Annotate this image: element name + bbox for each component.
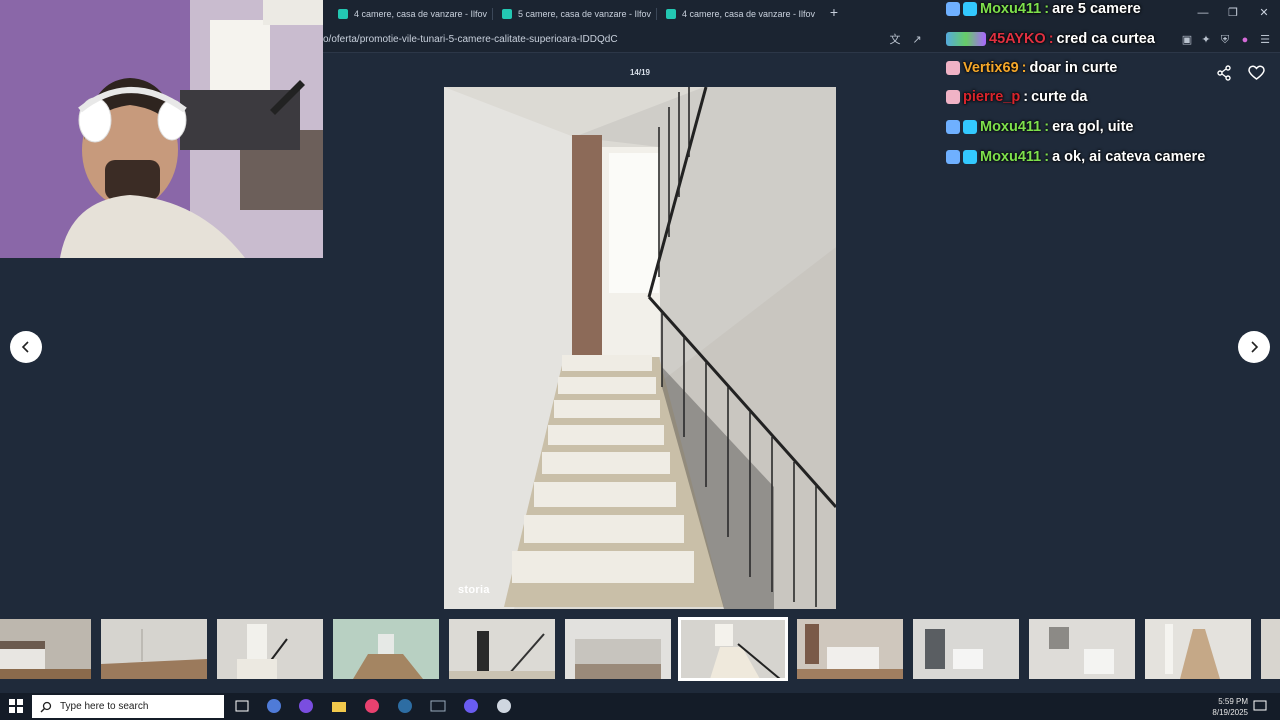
tab-divider bbox=[656, 8, 657, 20]
chat-colon: : bbox=[1023, 89, 1029, 105]
screen: 4 camere, casa de vanzare - Ilfov (jud 5… bbox=[0, 0, 1280, 720]
thumbnail[interactable] bbox=[1145, 619, 1251, 679]
stream-chat: Moxu411: are 5 camere 45AYKO: cred ca cu… bbox=[946, 0, 1280, 170]
chat-message: pierre_p: curte da bbox=[946, 86, 1088, 108]
thumbnail-active[interactable] bbox=[678, 617, 788, 681]
file-explorer-icon[interactable] bbox=[331, 698, 347, 714]
photo-counter: 14/19 bbox=[629, 68, 651, 77]
previous-photo-button[interactable] bbox=[10, 331, 42, 363]
m365-icon[interactable] bbox=[266, 698, 282, 714]
chat-username[interactable]: 45AYKO bbox=[989, 31, 1046, 47]
discord-icon[interactable] bbox=[463, 698, 479, 714]
taskbar-search[interactable]: Type here to search bbox=[32, 695, 224, 718]
chat-colon: : bbox=[1044, 119, 1050, 135]
chat-username[interactable]: pierre_p bbox=[963, 89, 1020, 105]
windows-taskbar: Type here to search 5:59 PM 8/19/2025 bbox=[0, 693, 1280, 720]
thumbnail[interactable] bbox=[217, 619, 323, 679]
thumbnail[interactable] bbox=[101, 619, 207, 679]
chat-message: 45AYKO: cred ca curtea bbox=[946, 28, 1155, 50]
tab-label: 4 camere, casa de vanzare - Ilfov (jud bbox=[682, 9, 816, 19]
next-photo-button[interactable] bbox=[1238, 331, 1270, 363]
user-badge-icon bbox=[946, 61, 960, 75]
thumbnail[interactable] bbox=[449, 619, 555, 679]
chat-message: Moxu411: are 5 camere bbox=[946, 0, 1141, 20]
chat-text: curte da bbox=[1031, 89, 1088, 105]
url-field[interactable]: o/oferta/promotie-vile-tunari-5-camere-c… bbox=[323, 34, 618, 45]
obs-icon[interactable] bbox=[496, 698, 512, 714]
tab-label: 5 camere, casa de vanzare - Ilfov (jud bbox=[518, 9, 652, 19]
staircase-photo bbox=[444, 87, 836, 609]
chat-message: Moxu411: a ok, ai cateva camere bbox=[946, 146, 1205, 168]
moderator-badge-icon bbox=[946, 150, 960, 164]
search-icon bbox=[40, 701, 52, 712]
chat-message: Vertix69: doar in curte bbox=[946, 57, 1117, 79]
badges-icon bbox=[946, 32, 986, 46]
chat-text: cred ca curtea bbox=[1056, 31, 1155, 47]
chat-colon: : bbox=[1044, 1, 1050, 17]
thumbnail[interactable] bbox=[797, 619, 903, 679]
thumbnail[interactable] bbox=[1261, 619, 1280, 679]
browser-tab-3[interactable]: 4 camere, casa de vanzare - Ilfov (jud bbox=[658, 3, 816, 25]
streamer-webcam bbox=[0, 0, 323, 258]
chat-colon: : bbox=[1048, 31, 1054, 47]
browser-tab-1[interactable]: 4 camere, casa de vanzare - Ilfov (jud bbox=[330, 3, 488, 25]
chat-colon: : bbox=[1044, 149, 1050, 165]
chat-username[interactable]: Vertix69 bbox=[963, 60, 1019, 76]
chat-username[interactable]: Moxu411 bbox=[980, 1, 1041, 17]
main-photo[interactable] bbox=[444, 87, 836, 609]
app-icon[interactable] bbox=[430, 698, 446, 714]
tab-favicon-icon bbox=[338, 9, 348, 19]
thumbnail[interactable] bbox=[0, 619, 91, 679]
chevron-left-icon bbox=[21, 341, 29, 353]
thumbnail[interactable] bbox=[913, 619, 1019, 679]
windows-start-icon[interactable] bbox=[8, 698, 24, 714]
notification-icon[interactable] bbox=[1252, 698, 1268, 714]
task-view-icon[interactable] bbox=[234, 698, 250, 714]
tab-divider bbox=[492, 8, 493, 20]
chat-text: doar in curte bbox=[1029, 60, 1118, 76]
clock-time: 5:59 PM bbox=[1218, 697, 1248, 706]
subscriber-badge-icon bbox=[963, 2, 977, 16]
copilot-icon[interactable] bbox=[298, 698, 314, 714]
search-placeholder: Type here to search bbox=[60, 701, 149, 712]
thumbnail[interactable] bbox=[1029, 619, 1135, 679]
clock-date: 8/19/2025 bbox=[1212, 708, 1248, 717]
moderator-badge-icon bbox=[946, 2, 960, 16]
thumbnail[interactable] bbox=[565, 619, 671, 679]
subscriber-badge-icon bbox=[963, 150, 977, 164]
chat-username[interactable]: Moxu411 bbox=[980, 149, 1041, 165]
translate-icon[interactable]: 文 bbox=[888, 33, 902, 47]
system-clock[interactable]: 5:59 PM 8/19/2025 bbox=[1198, 696, 1248, 718]
chat-text: era gol, uite bbox=[1052, 119, 1134, 135]
tab-favicon-icon bbox=[502, 9, 512, 19]
chevron-right-icon bbox=[1251, 341, 1259, 353]
browser-icon[interactable] bbox=[364, 698, 380, 714]
tab-label: 4 camere, casa de vanzare - Ilfov (jud bbox=[354, 9, 488, 19]
thumbnail-strip bbox=[0, 614, 1280, 684]
tab-favicon-icon bbox=[666, 9, 676, 19]
storia-watermark: storia bbox=[458, 584, 490, 596]
moderator-badge-icon bbox=[946, 120, 960, 134]
chat-text: are 5 camere bbox=[1052, 1, 1141, 17]
share-page-icon[interactable]: ↗ bbox=[910, 33, 924, 47]
browser-tab-2[interactable]: 5 camere, casa de vanzare - Ilfov (jud bbox=[494, 3, 652, 25]
subscriber-badge-icon bbox=[963, 120, 977, 134]
user-badge-icon bbox=[946, 90, 960, 104]
new-tab-button[interactable]: + bbox=[826, 4, 842, 20]
chat-message: Moxu411: era gol, uite bbox=[946, 116, 1133, 138]
chat-text: a ok, ai cateva camere bbox=[1052, 149, 1206, 165]
chat-colon: : bbox=[1021, 60, 1027, 76]
thumbnail[interactable] bbox=[333, 619, 439, 679]
chat-username[interactable]: Moxu411 bbox=[980, 119, 1041, 135]
steam-icon[interactable] bbox=[397, 698, 413, 714]
